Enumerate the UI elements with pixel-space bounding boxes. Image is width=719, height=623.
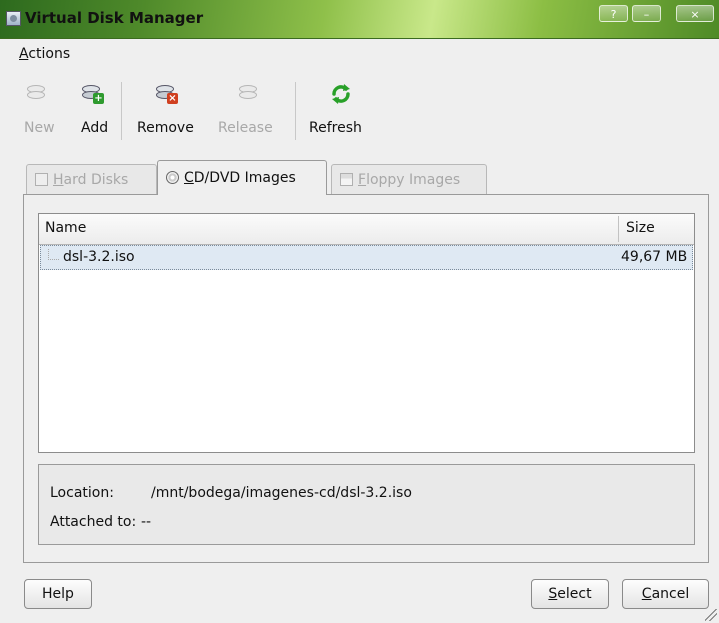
column-header-size[interactable]: Size — [626, 220, 655, 236]
item-name: dsl-3.2.iso — [63, 249, 135, 265]
refresh-icon — [329, 82, 351, 106]
tab-hard-disks[interactable]: Hard Disks — [26, 164, 157, 194]
disk-remove-icon: × — [156, 82, 178, 106]
cd-icon — [166, 171, 179, 184]
image-list[interactable]: Name Size dsl-3.2.iso 49,67 MB — [38, 213, 695, 453]
toolbar-separator — [121, 82, 122, 140]
floppy-icon — [340, 173, 353, 186]
toolbar-separator — [295, 82, 296, 140]
location-label: Location: — [50, 485, 114, 501]
list-header: Name Size — [39, 214, 694, 245]
location-value: /mnt/bodega/imagenes-cd/dsl-3.2.iso — [151, 485, 412, 501]
release-label: Release — [218, 120, 273, 136]
add-label: Add — [81, 120, 109, 136]
attached-value: -- — [141, 514, 152, 530]
refresh-label: Refresh — [309, 120, 362, 136]
cancel-button[interactable]: Cancel — [622, 579, 709, 609]
help-button[interactable]: Help — [24, 579, 92, 609]
minimize-button[interactable]: – — [632, 5, 661, 22]
info-box: Location: /mnt/bodega/imagenes-cd/dsl-3.… — [38, 464, 695, 545]
tab-cd-dvd-images[interactable]: CD/DVD Images — [157, 160, 327, 195]
title-bar[interactable]: Virtual Disk Manager ? – × — [0, 0, 719, 39]
tree-line — [48, 249, 59, 260]
window-title: Virtual Disk Manager — [25, 9, 204, 27]
select-button[interactable]: Select — [531, 579, 609, 609]
item-size: 49,67 MB — [621, 249, 688, 265]
tab-floppy-images[interactable]: Floppy Images — [331, 164, 487, 194]
menu-bar: Actions — [0, 38, 719, 66]
disk-release-icon — [239, 82, 261, 106]
new-label: New — [24, 120, 55, 136]
list-item[interactable]: dsl-3.2.iso 49,67 MB — [40, 245, 693, 270]
help-window-button[interactable]: ? — [599, 5, 628, 22]
attached-label: Attached to: — [50, 514, 137, 530]
resize-grip[interactable] — [705, 609, 717, 621]
disk-icon — [35, 173, 48, 186]
app-icon — [6, 11, 21, 26]
menu-actions[interactable]: Actions — [19, 46, 70, 62]
remove-label: Remove — [137, 120, 194, 136]
disk-icon — [27, 82, 49, 106]
disk-add-icon: + — [82, 82, 104, 106]
close-button[interactable]: × — [676, 5, 714, 22]
column-header-name[interactable]: Name — [45, 220, 86, 236]
column-separator[interactable] — [618, 216, 619, 242]
